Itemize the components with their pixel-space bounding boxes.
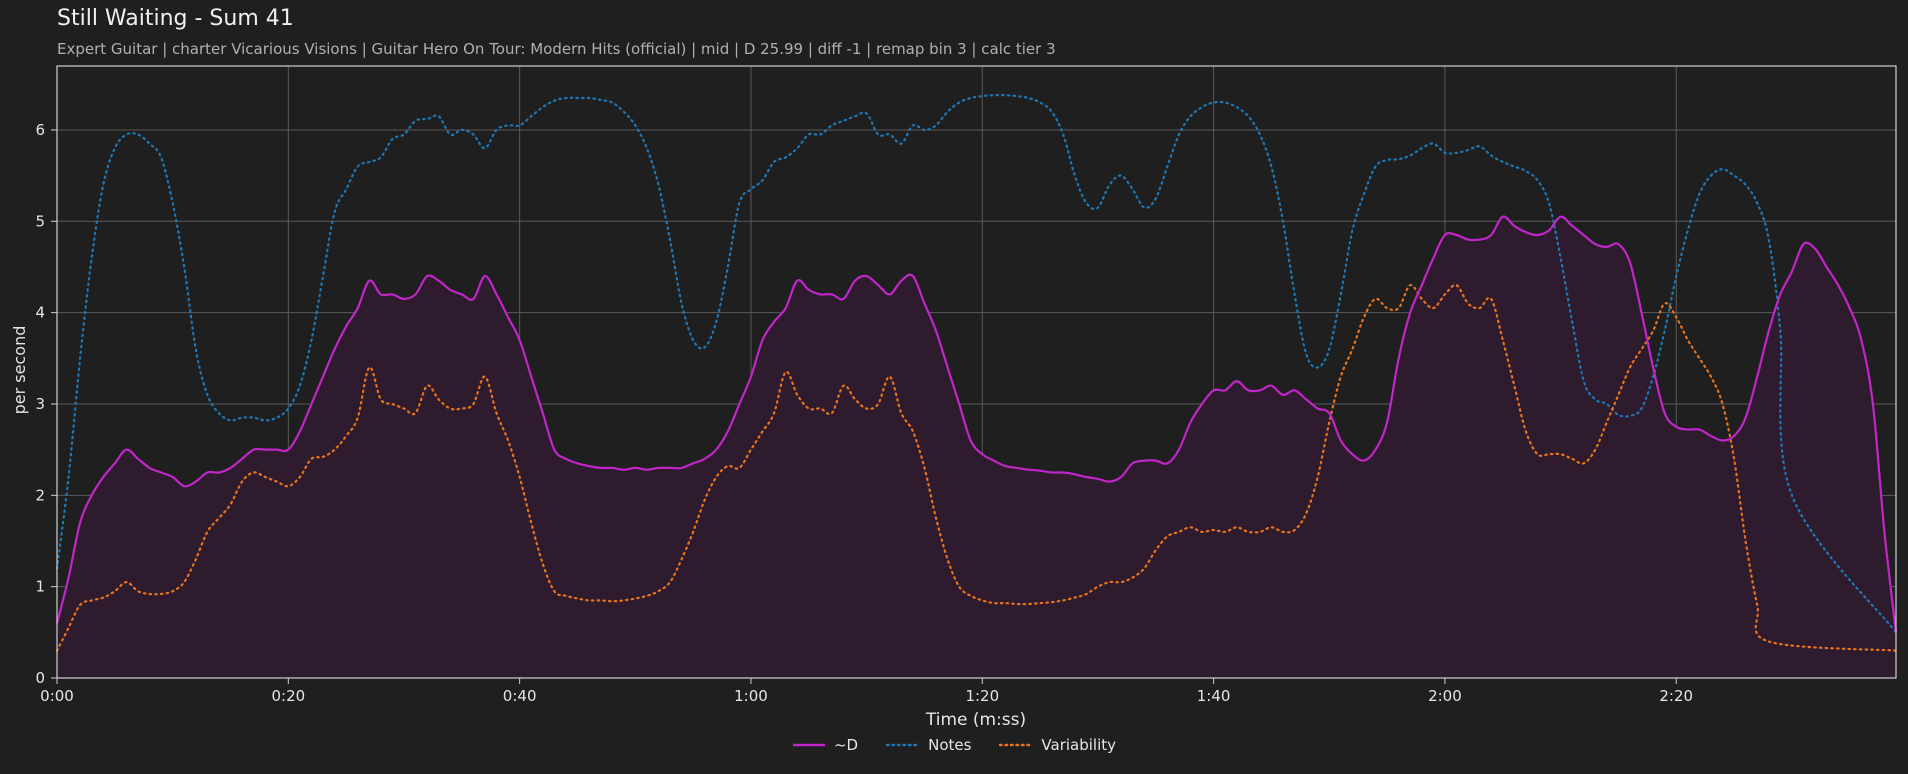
legend-item-variability: Variability (999, 736, 1116, 754)
x-tick-label: 1:20 (965, 687, 999, 705)
x-axis-label: Time (m:ss) (925, 710, 1026, 730)
y-tick-label: 4 (35, 304, 45, 322)
legend: ~D Notes Variability (0, 736, 1908, 754)
x-tick-label: 2:20 (1659, 687, 1693, 705)
legend-swatch-d (792, 743, 825, 747)
y-tick-label: 2 (35, 486, 45, 504)
x-tick-label: 1:00 (734, 687, 768, 705)
x-tick-label: 0:20 (271, 687, 305, 705)
legend-item-notes: Notes (886, 736, 971, 754)
x-tick-label: 0:40 (503, 687, 537, 705)
legend-label-variability: Variability (1041, 736, 1117, 754)
y-tick-label: 0 (35, 669, 45, 687)
y-tick-label: 5 (35, 212, 45, 230)
y-tick-label: 3 (35, 395, 45, 413)
y-tick-label: 1 (35, 578, 45, 596)
legend-label-notes: Notes (928, 736, 972, 754)
x-tick-label: 0:00 (40, 687, 74, 705)
x-tick-label: 2:00 (1428, 687, 1462, 705)
legend-item-d: ~D (792, 736, 858, 754)
legend-label-d: ~D (833, 736, 859, 754)
legend-swatch-variability (999, 743, 1034, 747)
x-tick-label: 1:40 (1197, 687, 1231, 705)
y-axis-label: per second (10, 326, 29, 415)
y-tick-label: 6 (35, 121, 45, 139)
line-chart: 0:00 0:20 0:40 1:00 1:20 1:40 2:00 2:200123456 … (10, 65, 1898, 730)
legend-swatch-notes (886, 743, 921, 747)
